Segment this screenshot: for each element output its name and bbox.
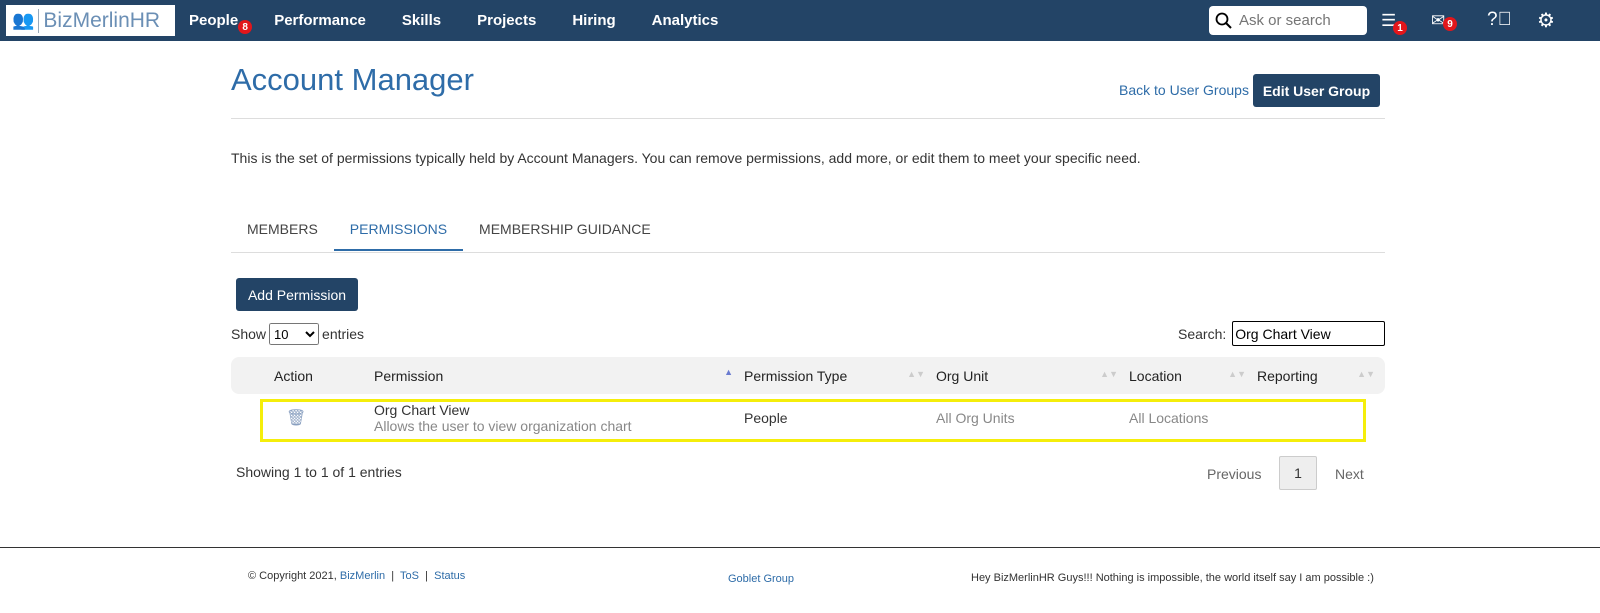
layers-badge: 1: [1393, 21, 1407, 35]
tab-membership-guidance[interactable]: MEMBERSHIP GUIDANCE: [463, 221, 667, 251]
entries-select[interactable]: 10: [269, 323, 320, 345]
sort-asc-icon: ▲: [724, 367, 733, 377]
nav-performance[interactable]: Performance: [274, 12, 366, 29]
sort-icon: ▲▼: [1228, 369, 1246, 379]
gear-icon[interactable]: ⚙: [1537, 8, 1555, 33]
table-search: Search:: [1178, 321, 1386, 346]
goblet-group-link[interactable]: Goblet Group: [728, 573, 794, 585]
show-label: Show: [231, 326, 267, 342]
logo-text: BizMerlinHR: [38, 8, 160, 33]
tab-members[interactable]: MEMBERS: [231, 221, 334, 251]
col-reporting[interactable]: Reporting ▲▼: [1256, 357, 1385, 394]
help-icon[interactable]: ?⃝: [1487, 9, 1512, 31]
back-to-user-groups-link[interactable]: Back to User Groups: [1119, 82, 1249, 98]
global-search-input[interactable]: [1237, 11, 1362, 30]
permission-name: Org Chart View: [374, 402, 470, 418]
nav-analytics[interactable]: Analytics: [652, 12, 719, 29]
sort-icon: ▲▼: [907, 369, 925, 379]
add-permission-button[interactable]: Add Permission: [236, 278, 358, 311]
entries-label: entries: [322, 326, 365, 342]
footer-divider: [0, 547, 1600, 548]
sort-icon: ▲▼: [1100, 369, 1118, 379]
global-search[interactable]: [1209, 6, 1367, 35]
reporting: [1256, 394, 1385, 442]
logo[interactable]: 👥 BizMerlinHR: [6, 5, 175, 36]
table-info: Showing 1 to 1 of 1 entries: [236, 464, 402, 480]
col-location[interactable]: Location ▲▼: [1128, 357, 1256, 394]
status-link[interactable]: Status: [434, 570, 465, 582]
table-row: 🗑 Org Chart View Allows the user to view …: [231, 394, 1385, 442]
nav-people[interactable]: People 8: [189, 12, 253, 34]
tab-permissions[interactable]: PERMISSIONS: [333, 221, 464, 251]
mail-badge: 9: [1443, 17, 1457, 31]
sort-icon: ▲▼: [1357, 369, 1375, 379]
top-nav: 👥 BizMerlinHR People 8 Performance Skills…: [0, 0, 1600, 41]
org-unit: All Org Units: [936, 410, 1015, 426]
nav-skills[interactable]: Skills: [402, 12, 441, 29]
trash-icon[interactable]: 🗑: [286, 410, 306, 427]
page-title: Account Manager: [231, 62, 474, 97]
layers-icon[interactable]: ☰ 1: [1381, 11, 1407, 35]
entries-length: Show 10 entries: [231, 323, 364, 345]
col-permission[interactable]: Permission ▲: [358, 357, 743, 394]
footer-message: Hey BizMerlinHR Guys!!! Nothing is impos…: [971, 572, 1374, 584]
mail-icon[interactable]: ✉ 9: [1431, 11, 1457, 31]
search-label: Search:: [1178, 325, 1227, 342]
nav-projects[interactable]: Projects: [477, 12, 536, 29]
col-permission-type[interactable]: Permission Type ▲▼: [743, 357, 935, 394]
location: All Locations: [1129, 410, 1209, 426]
nav-hiring[interactable]: Hiring: [572, 12, 615, 29]
page-1-button[interactable]: 1: [1279, 456, 1317, 490]
permission-description: Allows the user to view organization cha…: [374, 418, 632, 434]
permissions-table: Action Permission ▲ Permission Type ▲▼ Org…: [231, 357, 1385, 442]
description: This is the set of permissions typically…: [231, 150, 1141, 166]
col-org-unit[interactable]: Org Unit ▲▼: [935, 357, 1128, 394]
col-action: Action: [231, 357, 358, 394]
search-icon: [1215, 12, 1232, 29]
previous-button[interactable]: Previous: [1207, 466, 1261, 482]
permission-type: People: [744, 410, 788, 426]
divider: [231, 118, 1385, 119]
next-button[interactable]: Next: [1335, 466, 1364, 482]
tos-link[interactable]: ToS: [400, 570, 419, 582]
footer-left: © Copyright 2021, BizMerlin | ToS | Stat…: [248, 570, 466, 582]
people-group-icon: 👥: [12, 10, 35, 30]
bizmerlin-link[interactable]: BizMerlin: [340, 570, 385, 582]
people-badge: 8: [238, 20, 253, 34]
tabs: MEMBERS PERMISSIONS MEMBERSHIP GUIDANCE: [231, 221, 667, 251]
edit-user-group-button[interactable]: Edit User Group: [1253, 74, 1380, 107]
table-search-input[interactable]: [1232, 321, 1386, 346]
tabs-divider: [231, 252, 1385, 253]
